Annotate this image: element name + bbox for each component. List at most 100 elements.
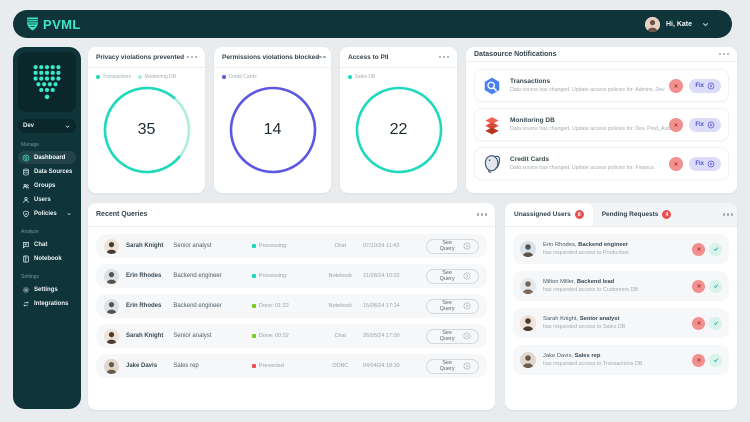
legend: Sales DB xyxy=(340,68,457,80)
query-channel: Chat xyxy=(318,243,363,249)
environment-selector[interactable]: Dev xyxy=(18,119,76,133)
approve-button[interactable] xyxy=(709,354,722,367)
requests-panel: Unassigned Users 8 Pending Requests 4 Er… xyxy=(505,203,737,410)
more-menu-icon[interactable] xyxy=(319,56,322,59)
legend-dot xyxy=(96,75,100,79)
deny-button[interactable] xyxy=(692,354,705,367)
fix-button[interactable]: Fix xyxy=(689,118,721,132)
query-datetime: 26/05/24 17:00 xyxy=(363,333,426,339)
logo xyxy=(18,52,76,112)
stat-value: 22 xyxy=(351,82,447,178)
fix-button[interactable]: Fix xyxy=(689,79,721,93)
brand-name: PVML xyxy=(43,17,81,32)
approve-button[interactable] xyxy=(709,243,722,256)
sidebar-item-policies[interactable]: Policies xyxy=(18,207,76,220)
avatar xyxy=(520,315,536,331)
sidebar-item-integrations[interactable]: Integrations xyxy=(18,297,76,310)
dismiss-button[interactable] xyxy=(669,157,683,171)
sidebar-item-users[interactable]: Users xyxy=(18,193,76,206)
arrow-circle-icon xyxy=(463,332,471,340)
arrow-circle-icon xyxy=(463,242,471,250)
section-label-analyze: Analyze xyxy=(21,229,76,235)
check-icon xyxy=(713,320,719,326)
approve-button[interactable] xyxy=(709,317,722,330)
sidebar-item-chat[interactable]: Chat xyxy=(18,238,76,251)
tab-unassigned-users[interactable]: Unassigned Users 8 xyxy=(505,203,593,226)
request-user-name: Jake Davis, xyxy=(543,353,573,359)
see-query-button[interactable]: See Query xyxy=(426,299,479,314)
see-query-button[interactable]: See Query xyxy=(426,239,479,254)
query-user-role: Senior analyst xyxy=(173,243,252,249)
query-status: Processing: xyxy=(252,273,317,279)
table-row: Sarah Knight Senior analyst Done: 00:52 … xyxy=(96,324,487,348)
more-menu-icon[interactable] xyxy=(481,213,484,216)
plus-circle-icon xyxy=(707,121,715,129)
card-title: Access to PII xyxy=(348,54,388,61)
see-query-label: See Query xyxy=(434,300,460,312)
datasource-description: Data source has changed. Update access p… xyxy=(510,165,669,171)
chevron-down-icon[interactable] xyxy=(701,20,710,29)
stat-card-permissions-violations: Permissions violations blocked Credit Ca… xyxy=(214,47,331,193)
query-datetime: 15/06/24 17:14 xyxy=(363,303,426,309)
fix-label: Fix xyxy=(695,83,704,89)
sidebar-item-notebook[interactable]: Notebook xyxy=(18,252,76,265)
deny-button[interactable] xyxy=(692,243,705,256)
more-menu-icon[interactable] xyxy=(443,56,446,59)
chevron-down-icon xyxy=(66,211,72,217)
section-label-settings: Settings xyxy=(21,274,76,280)
see-query-button[interactable]: See Query xyxy=(426,359,479,374)
datasource-notification-row: Monitoring DB Data source has changed. U… xyxy=(474,108,729,141)
avatar xyxy=(104,299,119,314)
stat-card-access-to-pii: Access to PII Sales DB 22 xyxy=(340,47,457,193)
query-channel: Notebook xyxy=(318,303,363,309)
see-query-button[interactable]: See Query xyxy=(426,269,479,284)
query-channel: Notebook xyxy=(318,273,363,279)
count-badge: 4 xyxy=(662,210,671,219)
plus-circle-icon xyxy=(707,82,715,90)
dot-shield-icon xyxy=(31,62,63,102)
request-user-name: Sarah Knight, xyxy=(543,316,578,322)
groups-icon xyxy=(22,182,30,190)
notebook-icon xyxy=(22,255,30,263)
query-user-role: Senior analyst xyxy=(173,333,252,339)
request-description: has requested access to Sales DB xyxy=(543,324,692,330)
query-user-role: Sales rep xyxy=(173,363,252,369)
request-user-name: Milton Miller, xyxy=(543,279,575,285)
fix-button[interactable]: Fix xyxy=(689,157,721,171)
sidebar-item-settings[interactable]: Settings xyxy=(18,283,76,296)
avatar xyxy=(104,359,119,374)
see-query-button[interactable]: See Query xyxy=(426,329,479,344)
more-menu-icon[interactable] xyxy=(727,213,730,216)
request-user-role: Backend lead xyxy=(577,279,614,285)
query-datetime: 07/10/24 11:43 xyxy=(363,243,426,249)
x-icon xyxy=(696,246,702,252)
deny-button[interactable] xyxy=(692,280,705,293)
arrow-circle-icon xyxy=(463,302,471,310)
x-icon xyxy=(696,357,702,363)
dismiss-button[interactable] xyxy=(669,118,683,132)
deny-button[interactable] xyxy=(692,317,705,330)
sidebar-item-groups[interactable]: Groups xyxy=(18,179,76,192)
legend-dot xyxy=(222,75,226,79)
gear-icon xyxy=(22,286,30,294)
dashboard-icon xyxy=(22,154,30,162)
list-item: Erin Rhodes, Backend engineer has reques… xyxy=(513,234,729,264)
avatar xyxy=(520,352,536,368)
more-menu-icon[interactable] xyxy=(191,56,194,59)
status-text: Processing: xyxy=(259,243,288,249)
approve-button[interactable] xyxy=(709,280,722,293)
tab-pending-requests[interactable]: Pending Requests 4 xyxy=(593,203,681,226)
more-menu-icon[interactable] xyxy=(723,53,726,56)
query-user-name: Sarah Knight xyxy=(126,243,173,249)
x-icon xyxy=(696,283,702,289)
section-label-manage: Manage xyxy=(21,142,76,148)
dismiss-button[interactable] xyxy=(669,79,683,93)
sidebar-item-data-sources[interactable]: Data Sources xyxy=(18,165,76,178)
sidebar-item-dashboard[interactable]: Dashboard xyxy=(18,151,76,164)
request-user-role: Sales rep xyxy=(575,353,601,359)
query-status: Processing: xyxy=(252,243,317,249)
tab-bar: Unassigned Users 8 Pending Requests 4 xyxy=(505,203,737,227)
status-dot xyxy=(252,274,256,278)
avatar xyxy=(104,329,119,344)
user-menu[interactable]: Hi, Kate xyxy=(645,17,692,32)
